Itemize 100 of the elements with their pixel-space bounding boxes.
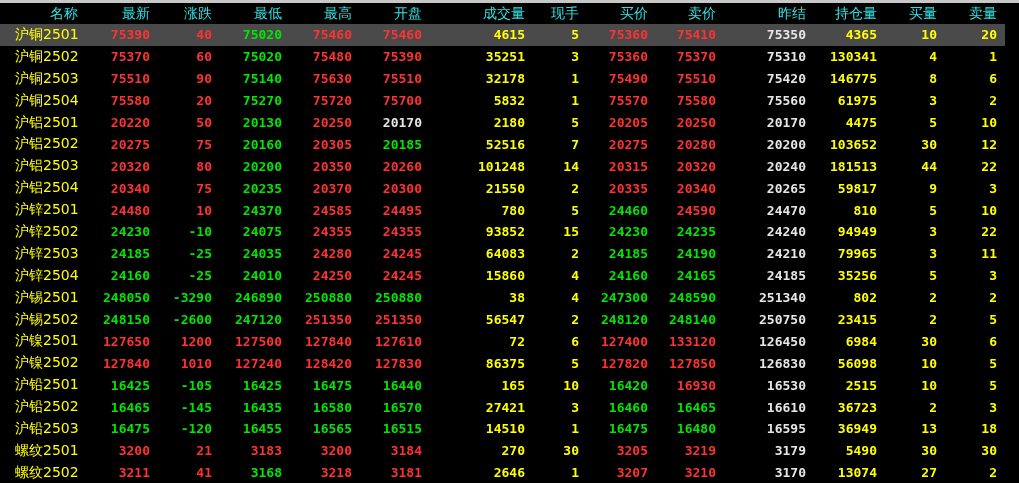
table-cell-text: 20200 <box>765 136 806 152</box>
table-cell-text: 4 <box>928 49 937 65</box>
table-row[interactable]: 沪铜2502 75370 60 75020 75480 75390 35251 3 75360 75370 75310 130341 4 1 <box>0 45 1019 68</box>
table-row[interactable]: 沪铜2504 75580 20 75270 75720 75700 5832 1 75570 75580 75560 61975 3 2 <box>0 89 1019 112</box>
table-cell-text: 21 <box>195 443 212 459</box>
column-header[interactable]: 买价 <box>579 4 648 23</box>
table-cell-text: 16570 <box>381 399 422 415</box>
table-cell-text: 127820 <box>600 355 648 371</box>
table-row[interactable]: 沪锡2502 248150 -2600 247120 251350 251350 56547 2 248120 248140 250750 23415 2 5 <box>0 308 1019 331</box>
table-cell-text: -3290 <box>171 290 212 306</box>
table-cell-text: 4615 <box>492 27 525 43</box>
column-header[interactable]: 最低 <box>212 4 282 23</box>
table-cell-text: 250880 <box>374 290 422 306</box>
column-header[interactable]: 名称 <box>0 4 80 23</box>
table-cell-text: 75360 <box>607 27 648 43</box>
table-row[interactable]: 螺纹2502 3211 41 3168 3218 3181 2646 1 3207 3210 3170 13074 27 2 <box>0 461 1019 483</box>
table-row[interactable]: 沪铝2502 20275 75 20160 20305 20185 52516 7 20275 20280 20200 103652 30 12 <box>0 133 1019 156</box>
table-cell-text: 4365 <box>844 27 877 43</box>
table-cell-text: 沪铜2503 <box>14 69 80 88</box>
table-cell-text: 165 <box>500 377 525 393</box>
table-row[interactable]: 沪镍2502 127840 1010 127240 128420 127830 86375 5 127820 127850 126830 56098 10 5 <box>0 352 1019 375</box>
column-header[interactable]: 最新 <box>80 4 150 23</box>
table-cell-text: 75020 <box>241 49 282 65</box>
table-cell-text: 24075 <box>241 224 282 240</box>
column-header[interactable]: 卖价 <box>648 4 716 23</box>
table-row[interactable]: 沪锡2501 248050 -3290 246890 250880 250880 38 4 247300 248590 251340 802 2 2 <box>0 286 1019 309</box>
table-row[interactable]: 沪铝2501 20220 50 20130 20250 20170 2180 5 20205 20250 20170 4475 5 10 <box>0 111 1019 134</box>
table-row[interactable]: 沪镍2501 127650 1200 127500 127840 127610 72 6 127400 133120 126450 6984 30 6 <box>0 330 1019 353</box>
table-cell-text: 1200 <box>179 333 212 349</box>
column-header[interactable]: 开盘 <box>352 4 422 23</box>
table-cell-text: 9 <box>928 180 937 196</box>
table-cell-text: 10 <box>195 202 212 218</box>
table-cell-text: 16580 <box>311 399 352 415</box>
column-header[interactable]: 持仓量 <box>806 4 877 23</box>
table-row[interactable]: 沪铅2501 16425 -105 16425 16475 16440 165 10 16420 16930 16530 2515 10 5 <box>0 374 1019 397</box>
table-cell-text: 30 <box>920 443 937 459</box>
table-cell-text: 2 <box>570 246 579 262</box>
table-cell-text: 16425 <box>109 377 150 393</box>
table-row[interactable]: 沪铅2503 16475 -120 16455 16565 16515 14510 1 16475 16480 16595 36949 13 18 <box>0 418 1019 440</box>
table-row[interactable]: 沪铜2501 75390 40 75020 75460 75460 4615 5 75360 75410 75350 4365 10 20 <box>0 24 1005 46</box>
table-cell-text: 20370 <box>311 180 352 196</box>
column-header[interactable]: 最高 <box>282 4 352 23</box>
table-cell-text: 沪锌2502 <box>14 222 80 241</box>
table-cell-text: 20250 <box>311 115 352 130</box>
table-cell-text: 螺纹2501 <box>14 441 80 460</box>
table-cell-text: 沪镍2502 <box>14 354 80 373</box>
table-cell-text: 8 <box>928 71 937 87</box>
table-row[interactable]: 沪锌2503 24185 -25 24035 24280 24245 64083 2 24185 24190 24210 79965 3 11 <box>0 242 1019 265</box>
table-cell-text: 20260 <box>381 158 422 174</box>
table-cell-text: 5 <box>928 268 937 284</box>
table-cell-text: 5 <box>988 355 997 371</box>
table-cell-text: 24245 <box>381 246 422 262</box>
table-cell-text: -10 <box>187 224 212 240</box>
table-row[interactable]: 沪铜2503 75510 90 75140 75630 75510 32178 1 75490 75510 75420 146775 8 6 <box>0 67 1019 90</box>
table-cell-text: 251350 <box>304 312 352 327</box>
table-row[interactable]: 沪锌2504 24160 -25 24010 24250 24245 15860 4 24160 24165 24185 35256 5 3 <box>0 264 1019 287</box>
table-cell-text: 24470 <box>765 202 806 218</box>
table-cell-text: 75560 <box>765 93 806 109</box>
table-row[interactable]: 沪铅2502 16465 -145 16435 16580 16570 27421 3 16460 16465 16610 36723 2 3 <box>0 396 1019 419</box>
table-cell-text: 3183 <box>249 443 282 459</box>
table-cell-text: 75630 <box>311 71 352 87</box>
table-cell-text: 24230 <box>607 224 648 240</box>
table-cell-text: 30 <box>980 443 997 459</box>
table-cell-text: 3 <box>988 268 997 284</box>
table-cell-text: 16435 <box>241 399 282 415</box>
column-header[interactable]: 卖量 <box>937 4 997 23</box>
table-cell-text: 20 <box>980 27 997 43</box>
table-cell-text: 16455 <box>241 421 282 437</box>
table-cell-text: 247120 <box>234 312 282 327</box>
table-row[interactable]: 沪铝2503 20320 80 20200 20350 20260 101248 14 20315 20320 20240 181513 44 22 <box>0 155 1019 178</box>
table-cell-text: 248120 <box>600 312 648 327</box>
table-cell-text: 30 <box>920 333 937 349</box>
table-cell-text: 5 <box>570 115 579 130</box>
table-cell-text: 75510 <box>381 71 422 87</box>
column-header[interactable]: 买量 <box>877 4 937 23</box>
column-header[interactable]: 涨跌 <box>150 4 212 23</box>
table-cell-text: 127830 <box>374 355 422 371</box>
table-cell-text: 93852 <box>484 224 525 240</box>
column-header[interactable]: 昨结 <box>716 4 806 23</box>
table-row[interactable]: 沪锌2502 24230 -10 24075 24355 24355 93852 15 24230 24235 24240 94949 3 22 <box>0 221 1019 243</box>
table-cell-text: 61975 <box>836 93 877 109</box>
table-cell-text: 3 <box>988 180 997 196</box>
column-header[interactable]: 现手 <box>525 4 579 23</box>
table-cell-text: 30 <box>920 136 937 152</box>
table-cell-text: 101248 <box>477 158 525 174</box>
table-row[interactable]: 沪锌2501 24480 10 24370 24585 24495 780 5 24460 24590 24470 810 5 10 <box>0 199 1019 221</box>
table-cell-text: 沪锌2504 <box>14 266 80 285</box>
column-header[interactable]: 成交量 <box>422 4 525 23</box>
table-cell-text: 沪铝2501 <box>14 113 80 132</box>
table-cell-text: 20300 <box>381 180 422 196</box>
table-cell-text: 2 <box>988 93 997 109</box>
table-row[interactable]: 沪铝2504 20340 75 20235 20370 20300 21550 2 20335 20340 20265 59817 9 3 <box>0 177 1019 200</box>
table-cell-text: 3200 <box>319 443 352 459</box>
table-cell-text: 6984 <box>844 333 877 349</box>
table-cell-text: 5832 <box>492 93 525 109</box>
table-cell-text: 802 <box>852 290 877 306</box>
table-cell-text: 24210 <box>765 246 806 262</box>
table-cell-text: 12 <box>980 136 997 152</box>
table-cell-text: 24185 <box>607 246 648 262</box>
table-row[interactable]: 螺纹2501 3200 21 3183 3200 3184 270 30 3205 3219 3179 5490 30 30 <box>0 439 1019 462</box>
